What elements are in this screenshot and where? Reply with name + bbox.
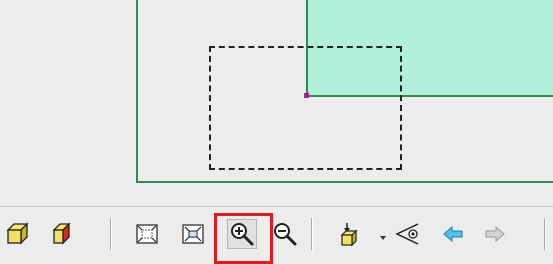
red-face-cube-icon (48, 221, 74, 247)
eye-view-icon (393, 221, 421, 247)
view-direction-icon (336, 221, 362, 247)
zoom-selection-icon (180, 221, 206, 247)
zoom-extents-icon (134, 221, 160, 247)
arrow-right-icon (483, 222, 507, 246)
toolbar-separator (311, 218, 313, 250)
zoom-out-icon (272, 221, 298, 247)
arrow-left-icon (441, 222, 465, 246)
toolbar-separator (544, 218, 546, 250)
zoom-out-button[interactable] (270, 219, 300, 249)
selected-tool-highlight (214, 213, 273, 264)
next-view-button[interactable] (480, 219, 510, 249)
zoom-selection-rectangle (209, 46, 402, 170)
zoom-window-button[interactable] (178, 219, 208, 249)
shaded-cube-icon (4, 221, 30, 247)
toolbar-separator (110, 218, 112, 250)
zoom-extents-button[interactable] (132, 219, 162, 249)
shaded-view-button[interactable] (2, 219, 32, 249)
anchor-point[interactable] (304, 93, 309, 98)
face-select-button[interactable] (46, 219, 76, 249)
view-direction-button[interactable] (334, 219, 364, 249)
dropdown-arrow-icon[interactable] (380, 236, 386, 240)
eye-view-button[interactable] (392, 219, 422, 249)
previous-view-button[interactable] (438, 219, 468, 249)
drawing-viewport[interactable] (0, 0, 553, 206)
